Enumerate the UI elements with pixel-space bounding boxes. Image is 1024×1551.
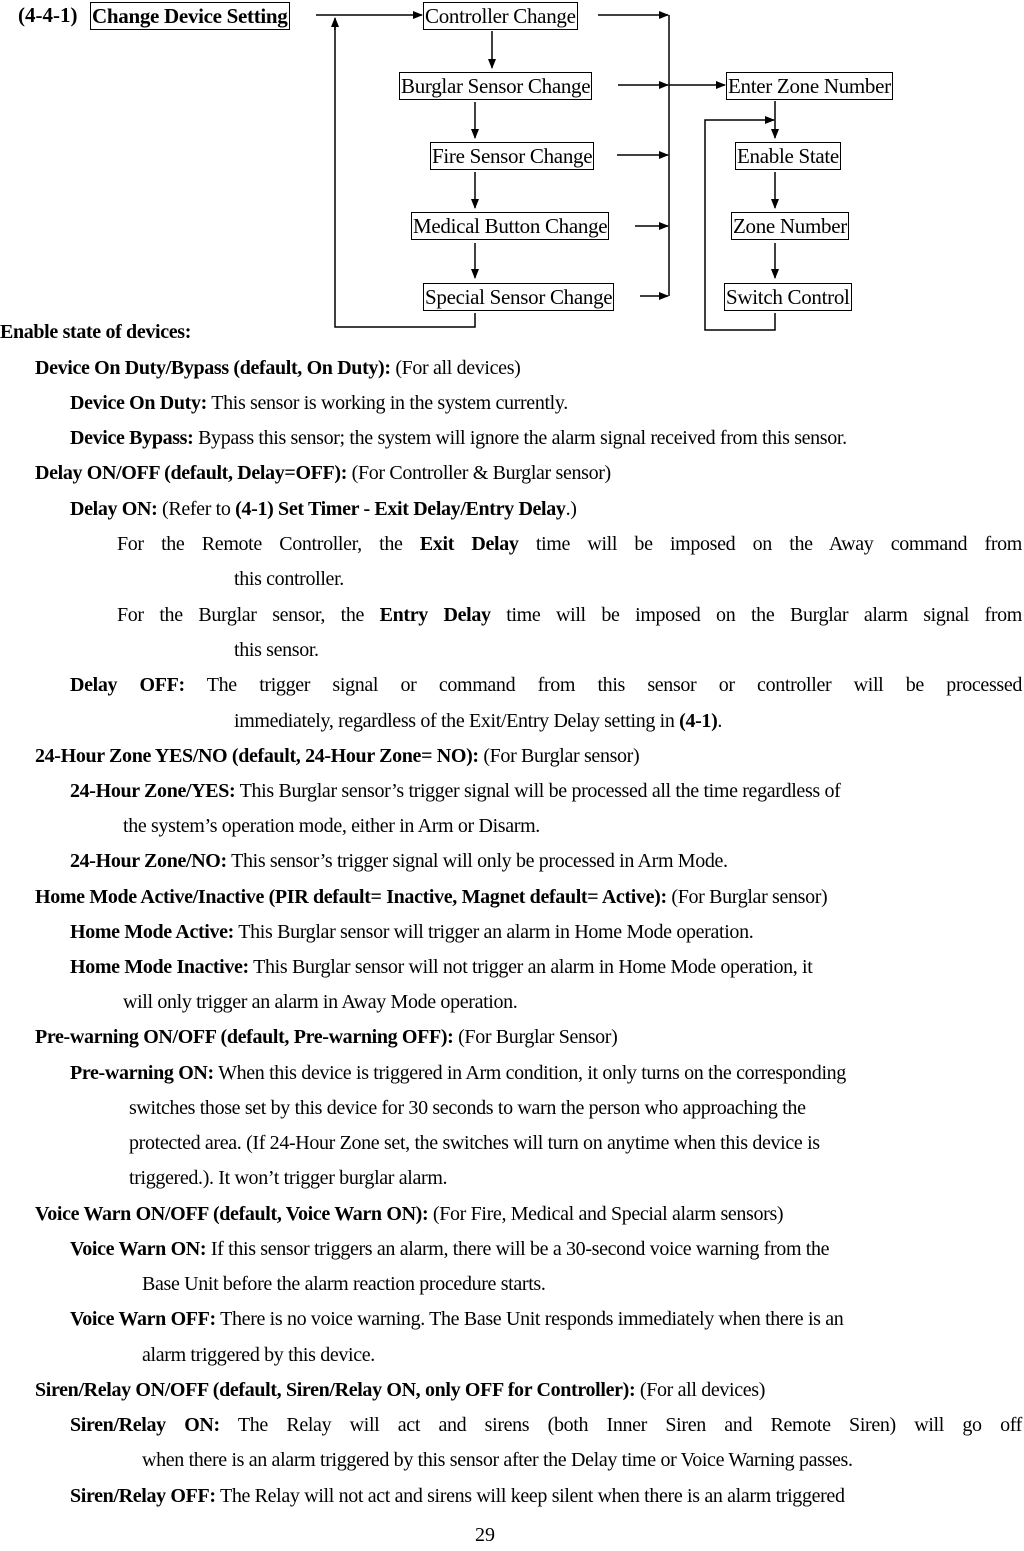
change-device-setting-box: Change Device Setting: [90, 2, 290, 30]
fire-sensor-change-box: Fire Sensor Change: [430, 142, 595, 170]
zone24-yes-line: 24-Hour Zone/YES: This Burglar sensor’s …: [70, 780, 841, 802]
home-mode-inactive-cont: will only trigger an alarm in Away Mode …: [123, 991, 518, 1013]
voice-heading: Voice Warn ON/OFF (default, Voice Warn O…: [35, 1203, 784, 1225]
voice-off-line: Voice Warn OFF: There is no voice warnin…: [70, 1308, 844, 1330]
prewarning-on-line: Pre-warning ON: When this device is trig…: [70, 1062, 846, 1084]
home-mode-active-line: Home Mode Active: This Burglar sensor wi…: [70, 921, 754, 943]
prewarning-cont-3: triggered.). It won’t trigger burglar al…: [129, 1167, 448, 1189]
page-number: 29: [475, 1524, 495, 1546]
delay-burglar-cont: this sensor.: [234, 639, 319, 661]
home-mode-inactive-line: Home Mode Inactive: This Burglar sensor …: [70, 956, 813, 978]
delay-on-line: Delay ON: (Refer to (4-1) Set Timer - Ex…: [70, 498, 577, 520]
flow-diagram: (4-4-1) Change Device Setting Controller…: [0, 0, 1024, 340]
medical-button-change-box: Medical Button Change: [411, 212, 610, 240]
zone24-no-line: 24-Hour Zone/NO: This sensor’s trigger s…: [70, 850, 728, 872]
delay-off-cont: immediately, regardless of the Exit/Entr…: [234, 710, 723, 732]
siren-on-line: Siren/Relay ON: The Relay will act and s…: [70, 1414, 1022, 1436]
duty-on-line: Device On Duty: This sensor is working i…: [70, 392, 568, 414]
voice-on-cont: Base Unit before the alarm reaction proc…: [142, 1273, 546, 1295]
siren-off-line: Siren/Relay OFF: The Relay will not act …: [70, 1485, 845, 1507]
zone-number-box: Zone Number: [731, 212, 849, 240]
voice-on-line: Voice Warn ON: If this sensor triggers a…: [70, 1238, 830, 1260]
home-mode-heading: Home Mode Active/Inactive (PIR default= …: [35, 886, 828, 908]
enter-zone-number-box: Enter Zone Number: [726, 72, 893, 100]
duty-heading: Device On Duty/Bypass (default, On Duty)…: [35, 357, 521, 379]
prewarning-heading: Pre-warning ON/OFF (default, Pre-warning…: [35, 1026, 618, 1048]
controller-change-box: Controller Change: [423, 2, 578, 30]
delay-remote-cont: this controller.: [234, 568, 344, 590]
special-sensor-change-box: Special Sensor Change: [423, 283, 615, 311]
prewarning-cont-2: protected area. (If 24-Hour Zone set, th…: [129, 1132, 820, 1154]
zone24-yes-cont: the system’s operation mode, either in A…: [123, 815, 540, 837]
section-label: (4-4-1): [18, 3, 78, 27]
loop-special-to-title: [334, 20, 476, 328]
delay-heading: Delay ON/OFF (default, Delay=OFF): (For …: [35, 462, 611, 484]
switch-control-box: Switch Control: [724, 283, 852, 311]
voice-off-cont: alarm triggered by this device.: [142, 1344, 375, 1366]
duty-bypass-line: Device Bypass: Bypass this sensor; the s…: [70, 427, 847, 449]
delay-remote-line: For the Remote Controller, the Exit Dela…: [117, 533, 1022, 555]
delay-burglar-line: For the Burglar sensor, the Entry Delay …: [117, 604, 1022, 626]
delay-off-line: Delay OFF: The trigger signal or command…: [70, 674, 1023, 696]
prewarning-cont-1: switches those set by this device for 30…: [129, 1097, 806, 1119]
zone24-heading: 24-Hour Zone YES/NO (default, 24-Hour Zo…: [35, 745, 640, 767]
enable-state-heading: Enable state of devices:: [0, 321, 192, 343]
siren-on-cont: when there is an alarm triggered by this…: [142, 1449, 853, 1471]
burglar-sensor-change-box: Burglar Sensor Change: [399, 72, 593, 100]
enable-state-box: Enable State: [735, 142, 841, 170]
siren-heading: Siren/Relay ON/OFF (default, Siren/Relay…: [35, 1379, 766, 1401]
